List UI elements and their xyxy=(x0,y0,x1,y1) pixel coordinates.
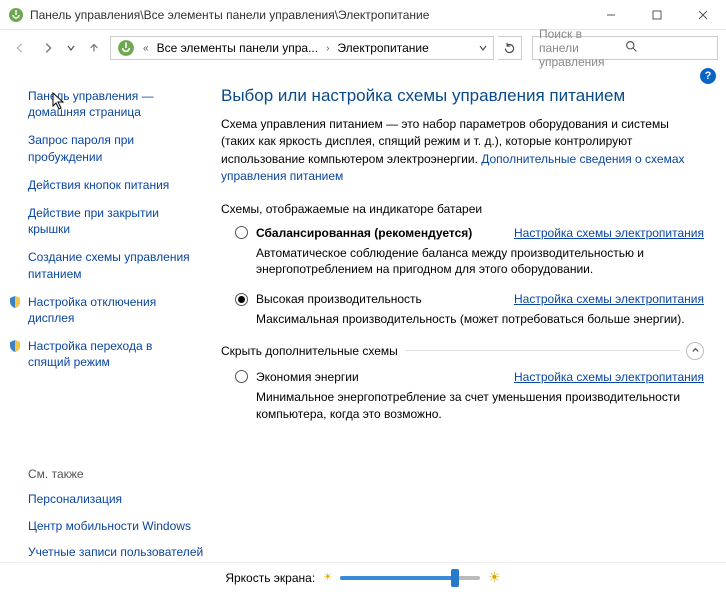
see-also-header: См. также xyxy=(28,467,205,481)
plan-balanced: Сбалансированная (рекомендуется) Настрой… xyxy=(235,226,704,279)
chevron-down-icon[interactable] xyxy=(475,41,491,55)
sidebar-link-sleep[interactable]: Настройка перехода в спящий режим xyxy=(28,338,197,370)
breadcrumb-separator[interactable]: « xyxy=(141,43,151,54)
sun-large-icon: ☀ xyxy=(488,569,501,586)
sidebar-link-lid[interactable]: Действие при закрытии крышки xyxy=(28,205,197,237)
back-button[interactable] xyxy=(8,36,32,60)
brightness-slider[interactable] xyxy=(340,576,480,580)
shield-icon xyxy=(8,339,22,353)
radio-balanced[interactable] xyxy=(235,226,248,239)
minimize-button[interactable] xyxy=(588,0,634,29)
section-hidden-plans[interactable]: Скрыть дополнительные схемы xyxy=(221,342,704,360)
refresh-button[interactable] xyxy=(498,36,522,60)
maximize-button[interactable] xyxy=(634,0,680,29)
radio-power-saver[interactable] xyxy=(235,370,248,383)
plan-description: Максимальная производительность (может п… xyxy=(256,311,704,328)
section-visible-plans: Схемы, отображаемые на индикаторе батаре… xyxy=(221,202,704,216)
plan-settings-link[interactable]: Настройка схемы электропитания xyxy=(514,226,704,240)
sidebar-link-home[interactable]: Панель управления — домашняя страница xyxy=(28,88,197,120)
plan-power-saver: Экономия энергии Настройка схемы электро… xyxy=(235,370,704,423)
slider-thumb[interactable] xyxy=(451,569,459,587)
sidebar-link-buttons[interactable]: Действия кнопок питания xyxy=(28,177,197,193)
see-also-link[interactable]: Центр мобильности Windows xyxy=(28,518,205,534)
up-button[interactable] xyxy=(82,36,106,60)
sidebar-link-create-plan[interactable]: Создание схемы управления питанием xyxy=(28,249,197,281)
recent-locations-button[interactable] xyxy=(64,36,78,60)
collapse-button[interactable] xyxy=(686,342,704,360)
search-placeholder: Поиск в панели управления xyxy=(539,27,625,69)
title-bar: Панель управления\Все элементы панели уп… xyxy=(0,0,726,30)
plan-description: Минимальное энергопотребление за счет ум… xyxy=(256,389,704,423)
power-options-icon xyxy=(117,39,135,57)
see-also: См. также Персонализация Центр мобильнос… xyxy=(0,467,205,570)
radio-high-performance[interactable] xyxy=(235,293,248,306)
search-icon[interactable] xyxy=(625,40,711,56)
shield-icon xyxy=(8,295,22,309)
breadcrumb-item[interactable]: Все элементы панели упра... xyxy=(153,39,323,57)
plan-name[interactable]: Сбалансированная (рекомендуется) xyxy=(256,226,472,240)
brightness-label: Яркость экрана: xyxy=(225,571,315,585)
sidebar-link-display-off[interactable]: Настройка отключения дисплея xyxy=(28,294,197,326)
address-bar[interactable]: « Все элементы панели упра... › Электроп… xyxy=(110,36,494,60)
help-icon[interactable]: ? xyxy=(700,68,716,84)
breadcrumb-item[interactable]: Электропитание xyxy=(333,39,432,57)
forward-button[interactable] xyxy=(36,36,60,60)
plan-name[interactable]: Экономия энергии xyxy=(256,370,359,384)
chevron-right-icon[interactable]: › xyxy=(324,43,331,54)
search-input[interactable]: Поиск в панели управления xyxy=(532,36,718,60)
plan-settings-link[interactable]: Настройка схемы электропитания xyxy=(514,370,704,384)
plan-name[interactable]: Высокая производительность xyxy=(256,292,422,306)
plan-settings-link[interactable]: Настройка схемы электропитания xyxy=(514,292,704,306)
plan-high-performance: Высокая производительность Настройка схе… xyxy=(235,292,704,328)
sun-small-icon: ☀ xyxy=(323,572,332,583)
main-panel: Выбор или настройка схемы управления пит… xyxy=(205,86,726,562)
navigation-bar: « Все элементы панели упра... › Электроп… xyxy=(0,30,726,66)
see-also-link[interactable]: Учетные записи пользователей xyxy=(28,544,205,560)
sidebar-link-password[interactable]: Запрос пароля при пробуждении xyxy=(28,132,197,164)
page-description: Схема управления питанием — это набор па… xyxy=(221,116,704,186)
page-heading: Выбор или настройка схемы управления пит… xyxy=(221,86,704,106)
window-title: Панель управления\Все элементы панели уп… xyxy=(30,8,588,22)
plan-description: Автоматическое соблюдение баланса между … xyxy=(256,245,704,279)
power-options-icon xyxy=(8,7,24,23)
close-button[interactable] xyxy=(680,0,726,29)
see-also-link[interactable]: Персонализация xyxy=(28,491,205,507)
